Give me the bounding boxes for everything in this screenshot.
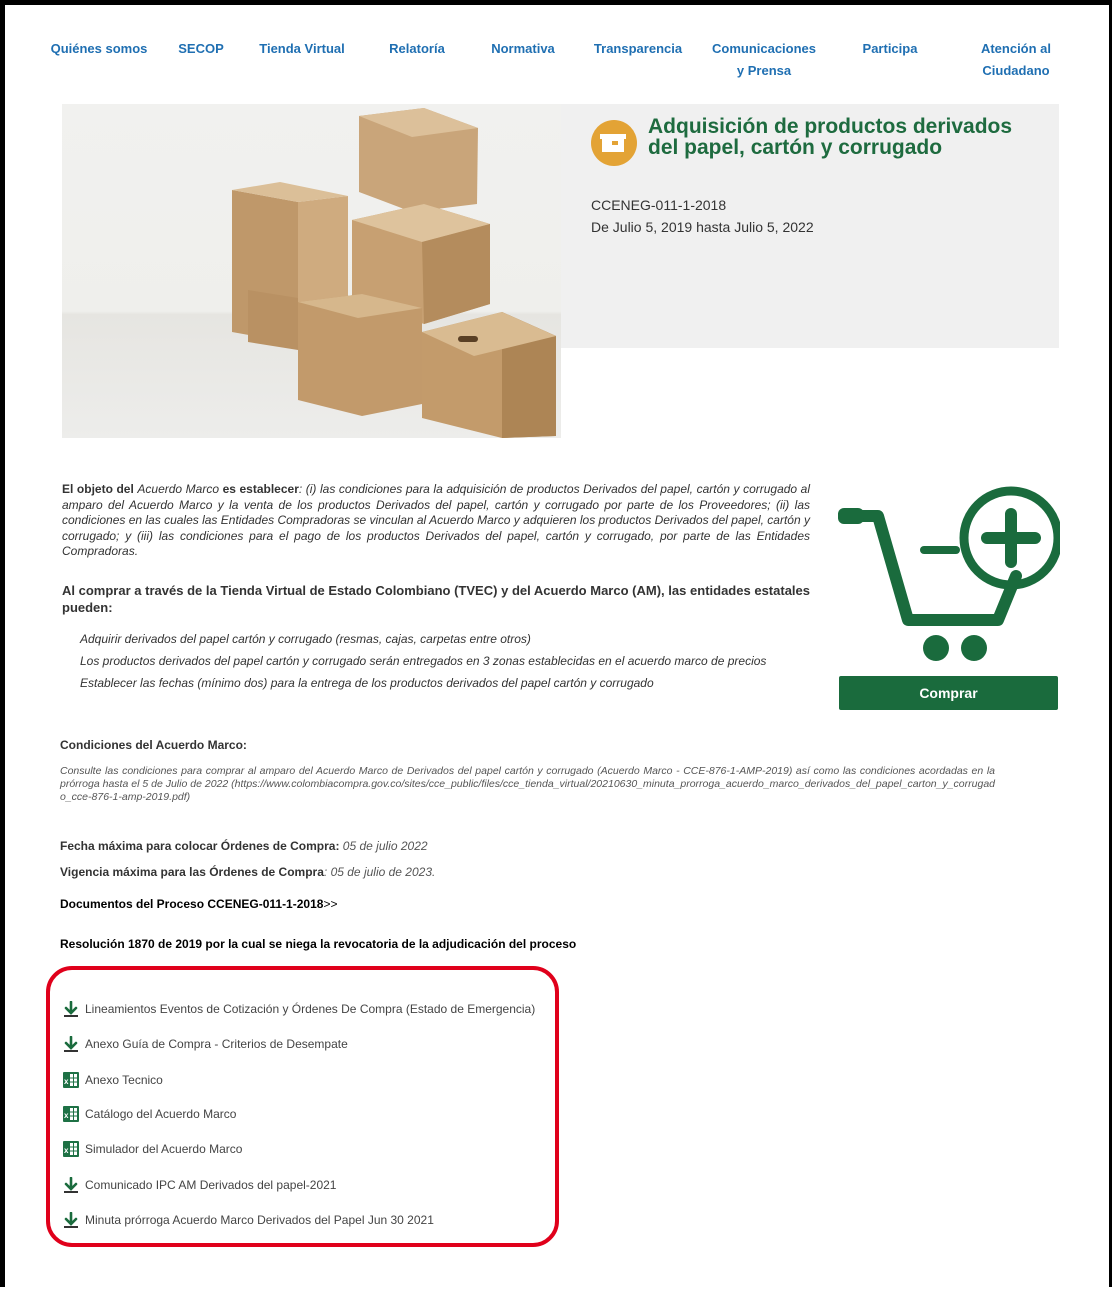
download-label: Anexo Guía de Compra - Criterios de Dese… [85, 1037, 348, 1051]
download-label: Anexo Tecnico [85, 1073, 163, 1087]
download-item[interactable]: x Simulador del Acuerdo Marco [62, 1140, 242, 1158]
svg-text:x: x [64, 1111, 69, 1120]
agreement-description: El objeto del Acuerdo Marco es establece… [62, 482, 810, 560]
hero-boxes-image [62, 104, 561, 438]
svg-text:x: x [64, 1077, 69, 1086]
download-label: Simulador del Acuerdo Marco [85, 1142, 243, 1156]
benefit-item: Establecer las fechas (mínimo dos) para … [80, 676, 654, 690]
nav-secop[interactable]: SECOP [173, 38, 229, 60]
download-item[interactable]: Minuta prórroga Acuerdo Marco Derivados … [62, 1211, 434, 1229]
process-documents-link[interactable]: Documentos del Proceso CCENEG-011-1-2018… [60, 897, 337, 911]
nav-tienda-virtual[interactable]: Tienda Virtual [255, 38, 349, 60]
intro-italic: Acuerdo Marco [137, 482, 219, 496]
validity-dates: De Julio 5, 2019 hasta Julio 5, 2022 [591, 219, 814, 235]
validity-value: : 05 de julio de 2023. [323, 865, 436, 879]
download-label: Catálogo del Acuerdo Marco [85, 1107, 237, 1121]
shopping-cart-icon [838, 470, 1063, 670]
intro-bold-1: El objeto del [62, 482, 138, 496]
nav-normativa[interactable]: Normativa [486, 38, 560, 60]
hero-info-panel: Adquisición de productos derivados del p… [561, 104, 1059, 348]
docs-link-text: Documentos del Proceso CCENEG-011-1-2018 [60, 897, 324, 911]
cardboard-boxes-illustration [232, 108, 556, 438]
excel-file-icon: x [62, 1140, 80, 1158]
download-item[interactable]: x Catálogo del Acuerdo Marco [62, 1105, 236, 1123]
nav-atencion-ciudadano[interactable]: Atención al Ciudadano [974, 38, 1058, 82]
benefits-lead: Al comprar a través de la Tienda Virtual… [62, 583, 810, 615]
conditions-title: Condiciones del Acuerdo Marco: [60, 738, 247, 752]
download-arrow-icon [62, 1035, 80, 1053]
conditions-body: Consulte las condiciones para comprar al… [60, 765, 995, 804]
docs-link-arrows: >> [323, 897, 338, 911]
svg-text:x: x [64, 1146, 69, 1155]
intro-bold-2: es establecer [219, 482, 299, 496]
max-date-label: Fecha máxima para colocar Órdenes de Com… [60, 839, 340, 853]
nav-comunicaciones[interactable]: Comunicaciones y Prensa [708, 38, 820, 82]
excel-file-icon: x [62, 1105, 80, 1123]
nav-relatoria[interactable]: Relatoría [385, 38, 449, 60]
page-title: Adquisición de productos derivados del p… [648, 115, 1013, 159]
top-navigation: Quiénes somos SECOP Tienda Virtual Relat… [0, 38, 1120, 88]
download-arrow-icon [62, 1211, 80, 1229]
resolution-link[interactable]: Resolución 1870 de 2019 por la cual se n… [60, 937, 576, 951]
download-item[interactable]: Comunicado IPC AM Derivados del papel-20… [62, 1176, 336, 1194]
excel-file-icon: x [62, 1071, 80, 1089]
validity-label: Vigencia máxima para las Órdenes de Comp… [60, 865, 324, 879]
download-label: Lineamientos Eventos de Cotización y Órd… [85, 1002, 536, 1016]
process-code: CCENEG-011-1-2018 [591, 197, 727, 213]
benefit-item: Adquirir derivados del papel cartón y co… [80, 632, 531, 646]
download-arrow-icon [62, 1176, 80, 1194]
download-item[interactable]: Lineamientos Eventos de Cotización y Órd… [62, 1000, 535, 1018]
download-label: Comunicado IPC AM Derivados del papel-20… [85, 1178, 337, 1192]
download-item[interactable]: Anexo Guía de Compra - Criterios de Dese… [62, 1035, 348, 1053]
benefit-item: Los productos derivados del papel cartón… [80, 654, 767, 668]
download-item[interactable]: x Anexo Tecnico [62, 1071, 163, 1089]
box-icon [591, 120, 637, 166]
nav-transparencia[interactable]: Transparencia [590, 38, 686, 60]
nav-participa[interactable]: Participa [857, 38, 923, 60]
comprar-button[interactable]: Comprar [839, 676, 1058, 710]
benefits-list: Adquirir derivados del papel cartón y co… [80, 628, 812, 694]
max-order-date: Fecha máxima para colocar Órdenes de Com… [60, 839, 428, 853]
nav-quienes-somos[interactable]: Quiénes somos [48, 38, 150, 60]
download-arrow-icon [62, 1000, 80, 1018]
download-label: Minuta prórroga Acuerdo Marco Derivados … [85, 1213, 434, 1227]
max-date-value: 05 de julio 2022 [342, 839, 428, 853]
max-validity: Vigencia máxima para las Órdenes de Comp… [60, 865, 435, 879]
